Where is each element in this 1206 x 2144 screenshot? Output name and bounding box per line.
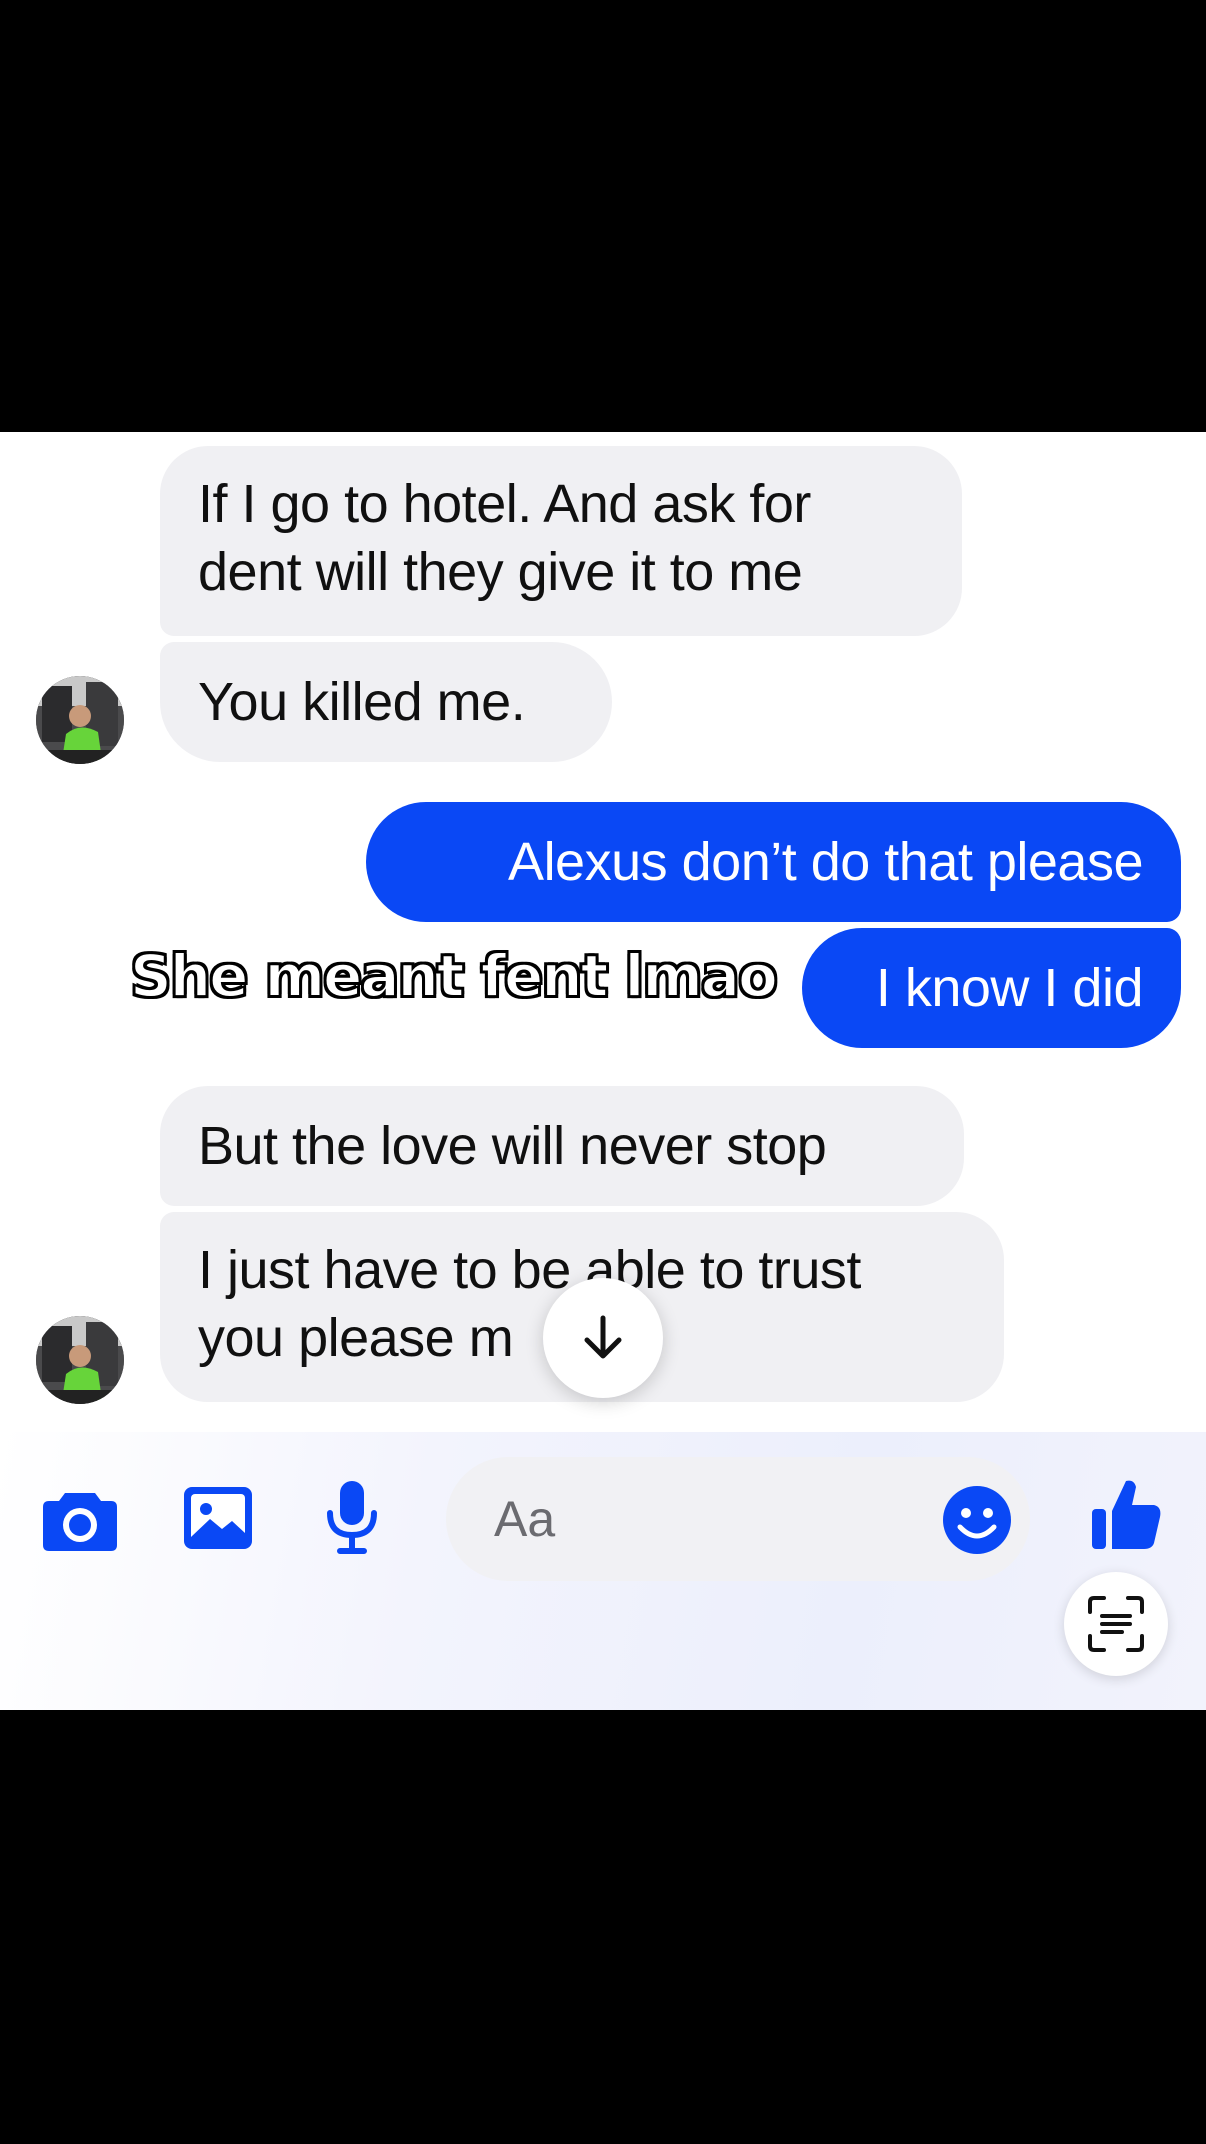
message-input[interactable]: Aa — [446, 1457, 1030, 1581]
message-bubble-incoming[interactable]: If I go to hotel. And ask for dent will … — [160, 446, 962, 636]
message-line: dent will they give it to me — [198, 542, 803, 602]
camera-button[interactable] — [38, 1478, 122, 1562]
message-bubble-incoming[interactable]: But the love will never stop — [160, 1086, 964, 1206]
scan-text-icon — [1088, 1596, 1144, 1652]
message-composer: Aa — [0, 1432, 1206, 1710]
contact-avatar[interactable] — [36, 676, 124, 764]
like-button[interactable] — [1086, 1470, 1166, 1556]
microphone-icon — [327, 1481, 377, 1554]
message-bubble-outgoing[interactable]: I know I did — [802, 928, 1181, 1048]
voice-button[interactable] — [310, 1472, 394, 1562]
message-line: You killed me. — [198, 672, 526, 732]
caption-overlay: She meant fent lmao — [129, 941, 779, 1011]
scan-text-button[interactable] — [1064, 1572, 1168, 1676]
gallery-button[interactable] — [176, 1476, 260, 1560]
message-input-placeholder: Aa — [494, 1491, 556, 1547]
message-line: Alexus don’t do that please — [508, 832, 1143, 892]
thumbs-up-icon — [1092, 1480, 1161, 1549]
chat-screen: If I go to hotel. And ask for dent will … — [0, 432, 1206, 1710]
scroll-to-bottom-button[interactable] — [543, 1278, 663, 1398]
emoji-icon — [943, 1486, 1011, 1554]
message-line: I know I did — [875, 958, 1144, 1018]
avatar-photo — [36, 1316, 124, 1404]
camera-icon — [43, 1493, 117, 1551]
arrow-down-icon — [584, 1315, 622, 1359]
message-line: If I go to hotel. And ask for — [198, 474, 811, 534]
emoji-button[interactable] — [942, 1485, 1012, 1555]
avatar-photo — [36, 676, 124, 764]
message-bubble-outgoing[interactable]: Alexus don’t do that please — [366, 802, 1181, 922]
message-line: But the love will never stop — [198, 1116, 827, 1176]
contact-avatar[interactable] — [36, 1316, 124, 1404]
message-bubble-incoming[interactable]: You killed me. — [160, 642, 612, 762]
gallery-icon — [184, 1487, 252, 1549]
